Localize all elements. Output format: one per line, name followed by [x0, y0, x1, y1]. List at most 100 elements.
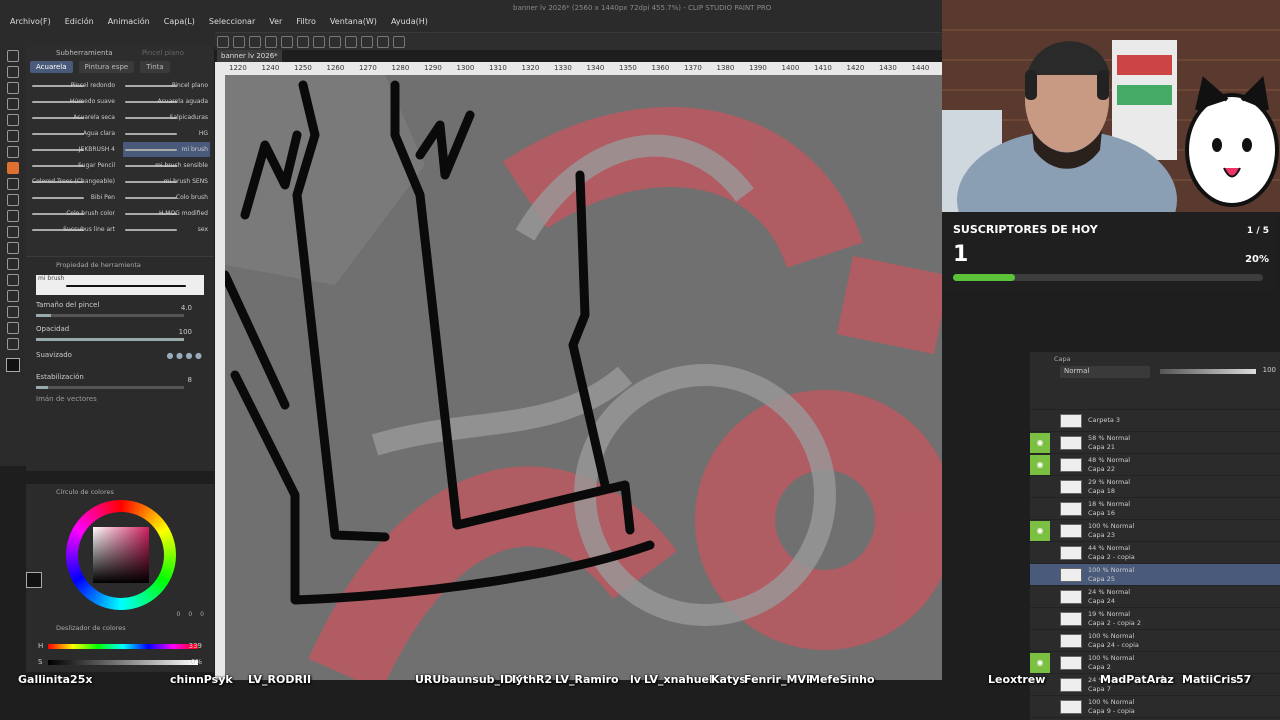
stabilization-row[interactable]: Estabilización 8	[26, 373, 214, 393]
eye-icon[interactable]	[1030, 587, 1050, 607]
hue-slider[interactable]	[48, 644, 198, 649]
tab-acuarela[interactable]: Acuarela	[30, 61, 73, 73]
select-tool-icon[interactable]	[7, 82, 19, 94]
brush-size-slider[interactable]	[36, 314, 184, 317]
eye-icon[interactable]	[1030, 565, 1050, 585]
ruler-tool-icon[interactable]	[7, 290, 19, 302]
tab-tinta[interactable]: Tinta	[140, 61, 170, 73]
stabilization-slider[interactable]	[36, 386, 184, 389]
brush-item[interactable]: Sugar Pencil	[30, 158, 117, 173]
open-icon[interactable]	[233, 36, 245, 48]
brush-item[interactable]: mi brush	[123, 142, 210, 157]
brush-item[interactable]: Salpicaduras	[123, 110, 210, 125]
menu-ver[interactable]: Ver	[269, 17, 282, 26]
brush-item[interactable]: mi brush SENS	[123, 174, 210, 189]
eye-icon[interactable]	[1030, 697, 1050, 717]
brush-item[interactable]: Acuarela aguada	[123, 94, 210, 109]
rotate-icon[interactable]	[393, 36, 405, 48]
eye-icon[interactable]	[1030, 609, 1050, 629]
brush-item[interactable]: JEKBRUSH 4	[30, 142, 117, 157]
hue-value[interactable]: 339	[189, 642, 202, 650]
layer-row[interactable]: 100 % Normal Capa 9 - copia	[1030, 696, 1280, 718]
brush-item[interactable]: Acuarela seca	[30, 110, 117, 125]
layer-row[interactable]: ◉ 100 % Normal Capa 23	[1030, 520, 1280, 542]
blend-tool-icon[interactable]	[7, 226, 19, 238]
brush-item[interactable]: Colo brush color	[30, 206, 117, 221]
brush-item[interactable]: H.MOG modified	[123, 206, 210, 221]
ruler-icon[interactable]	[345, 36, 357, 48]
eye-icon[interactable]	[1030, 543, 1050, 563]
layer-row[interactable]: ◉ 100 % Normal Capa 2	[1030, 652, 1280, 674]
brush-item[interactable]: Bibi Pen	[30, 190, 117, 205]
fill-tool-icon[interactable]	[7, 242, 19, 254]
grid-icon[interactable]	[361, 36, 373, 48]
menu-filtro[interactable]: Filtro	[296, 17, 316, 26]
layer-row[interactable]: ◉ 48 % Normal Capa 22	[1030, 454, 1280, 476]
zoom-tool-icon[interactable]	[7, 50, 19, 62]
saturation-value[interactable]: 0%	[191, 658, 202, 666]
brush-item[interactable]: Pincel plano	[123, 78, 210, 93]
eye-icon[interactable]: ◉	[1030, 652, 1050, 673]
document-tab[interactable]: banner lv 2026*	[217, 50, 282, 62]
brush-size-row[interactable]: Tamaño del pincel 4.0	[26, 301, 214, 321]
transform-icon[interactable]	[313, 36, 325, 48]
balloon-tool-icon[interactable]	[7, 322, 19, 334]
eyedropper-tool-icon[interactable]	[7, 114, 19, 126]
undo-icon[interactable]	[265, 36, 277, 48]
decoration-tool-icon[interactable]	[7, 194, 19, 206]
layer-row[interactable]: 100 % Normal Capa 24 - copia	[1030, 630, 1280, 652]
brush-size-value[interactable]: 4.0	[181, 304, 192, 312]
stabilization-value[interactable]: 8	[188, 376, 192, 384]
layer-opacity-slider[interactable]	[1160, 369, 1256, 374]
eye-icon[interactable]	[1030, 477, 1050, 497]
eye-icon[interactable]: ◉	[1030, 454, 1050, 475]
menu-capa[interactable]: Capa(L)	[164, 17, 195, 26]
eraser-tool-icon[interactable]	[7, 210, 19, 222]
eye-icon[interactable]: ◉	[1030, 432, 1050, 453]
eye-icon[interactable]	[1030, 631, 1050, 651]
blend-mode-select[interactable]: Normal	[1060, 366, 1150, 378]
menu-animacion[interactable]: Animación	[108, 17, 150, 26]
brush-item[interactable]: Agua clara	[30, 126, 117, 141]
eye-icon[interactable]: ◉	[1030, 520, 1050, 541]
brush-item[interactable]: mi brush sensible	[123, 158, 210, 173]
brush-item[interactable]: Colored Trees (Changeable)	[30, 174, 117, 189]
pencil-tool-icon[interactable]	[7, 146, 19, 158]
saturation-square[interactable]	[93, 527, 149, 583]
clear-icon[interactable]	[297, 36, 309, 48]
layer-opacity-value[interactable]: 100	[1263, 366, 1276, 374]
snap-icon[interactable]	[329, 36, 341, 48]
eye-icon[interactable]	[1030, 499, 1050, 519]
saturation-slider[interactable]	[48, 660, 198, 665]
pen-tool-icon[interactable]	[7, 130, 19, 142]
main-color-swatch[interactable]	[6, 358, 20, 372]
main-color-chip[interactable]	[26, 572, 42, 588]
brush-item[interactable]: Colo brush	[123, 190, 210, 205]
menu-ayuda[interactable]: Ayuda(H)	[391, 17, 428, 26]
flip-icon[interactable]	[377, 36, 389, 48]
redo-icon[interactable]	[281, 36, 293, 48]
layer-row[interactable]: 19 % Normal Capa 2 - copia 2	[1030, 608, 1280, 630]
menu-archivo[interactable]: Archivo(F)	[10, 17, 51, 26]
tab-pintura[interactable]: Pintura espe	[78, 61, 135, 73]
layer-row[interactable]: 18 % Normal Capa 16	[1030, 498, 1280, 520]
save-icon[interactable]	[249, 36, 261, 48]
layer-row[interactable]: 24 % Normal Capa 24	[1030, 586, 1280, 608]
move-tool-icon[interactable]	[7, 66, 19, 78]
opacity-value[interactable]: 100	[179, 328, 192, 336]
gradient-tool-icon[interactable]	[7, 258, 19, 270]
new-file-icon[interactable]	[217, 36, 229, 48]
hue-ring[interactable]	[66, 500, 176, 610]
menu-edicion[interactable]: Edición	[65, 17, 94, 26]
vector-magnet-row[interactable]: Imán de vectores	[26, 395, 214, 415]
figure-tool-icon[interactable]	[7, 274, 19, 286]
layer-row[interactable]: 44 % Normal Capa 2 - copia	[1030, 542, 1280, 564]
brush-item[interactable]: Húmedo suave	[30, 94, 117, 109]
canvas[interactable]	[225, 75, 942, 680]
correct-line-tool-icon[interactable]	[7, 338, 19, 350]
brush-item[interactable]: Succubus line art	[30, 222, 117, 237]
brush-item[interactable]: Pincel redondo	[30, 78, 117, 93]
brush-item[interactable]: HG	[123, 126, 210, 141]
menu-seleccionar[interactable]: Seleccionar	[209, 17, 255, 26]
smoothing-dots-icon[interactable]: ● ● ● ●	[166, 351, 202, 360]
